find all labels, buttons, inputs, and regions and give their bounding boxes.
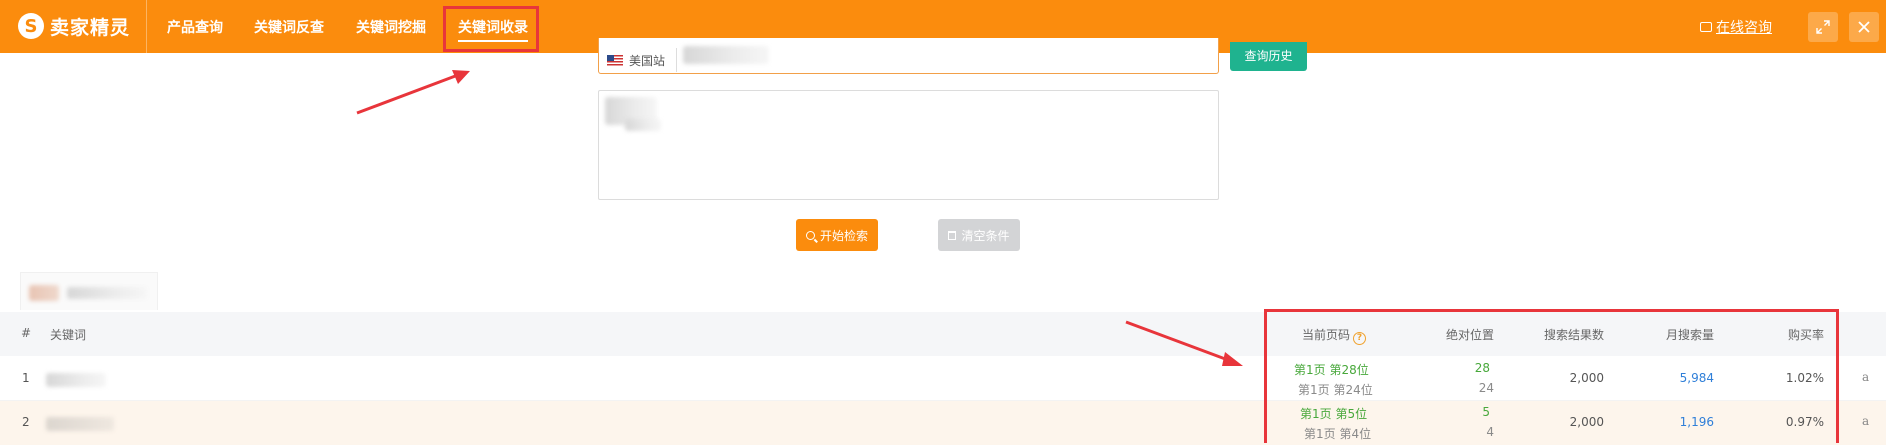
- annotation-arrowhead-nav: [452, 70, 470, 84]
- start-search-button[interactable]: 开始检索: [796, 219, 878, 251]
- close-button[interactable]: [1849, 12, 1879, 42]
- annotation-highlight-nav: [443, 6, 539, 52]
- nav-item-keyword-mining[interactable]: 关键词挖掘: [356, 17, 426, 37]
- site-select[interactable]: 美国站: [599, 48, 677, 72]
- nav-item-keyword-reverse[interactable]: 关键词反查: [254, 17, 324, 37]
- header-index: #: [21, 326, 32, 340]
- nav-item-product-search[interactable]: 产品查询: [167, 17, 223, 37]
- logo[interactable]: S 卖家精灵: [18, 11, 130, 41]
- row-index: 1: [22, 371, 30, 385]
- start-search-label: 开始检索: [819, 228, 868, 243]
- annotation-highlight-table: [1264, 309, 1839, 443]
- redacted-asin: [683, 46, 769, 64]
- site-select-label: 美国站: [629, 53, 666, 68]
- site-keyword-input[interactable]: 美国站: [598, 38, 1219, 74]
- clear-conditions-button[interactable]: 清空条件: [938, 219, 1020, 251]
- amazon-icon[interactable]: a: [1862, 370, 1869, 384]
- header-keyword[interactable]: 关键词: [50, 326, 86, 343]
- us-flag-icon: [607, 54, 623, 66]
- query-history-button[interactable]: 查询历史: [1230, 42, 1307, 71]
- clear-conditions-label: 清空条件: [961, 228, 1010, 243]
- result-tab[interactable]: [20, 272, 158, 310]
- online-consult-label: 在线咨询: [1716, 20, 1772, 36]
- nav-divider: [146, 0, 147, 53]
- close-icon: [1858, 21, 1870, 33]
- row-index: 2: [22, 415, 30, 429]
- annotation-arrow-nav: [356, 73, 459, 115]
- keyword-textarea[interactable]: [598, 90, 1219, 200]
- logo-text: 卖家精灵: [50, 16, 131, 39]
- online-consult-link[interactable]: 在线咨询: [1700, 17, 1772, 37]
- amazon-icon[interactable]: a: [1862, 414, 1869, 428]
- redacted-keyword: [46, 373, 106, 387]
- redacted-tab-label: [67, 287, 147, 299]
- logo-icon: S: [18, 13, 44, 39]
- maximize-button[interactable]: [1808, 12, 1838, 42]
- search-icon: [805, 230, 815, 240]
- redacted-keyword-input-2: [625, 119, 661, 131]
- redacted-keyword: [46, 417, 114, 431]
- trash-icon: [948, 230, 957, 240]
- expand-icon: [1816, 20, 1830, 34]
- chat-icon: [1700, 22, 1712, 32]
- redacted-tab-thumb: [29, 285, 59, 301]
